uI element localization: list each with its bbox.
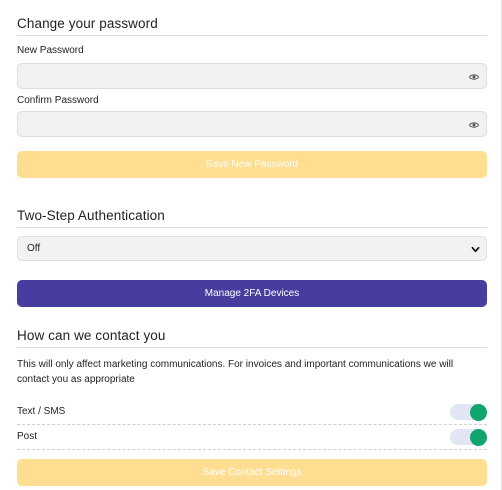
two-step-select-value: Off	[27, 243, 41, 254]
save-new-password-button[interactable]: Save New Password	[17, 151, 487, 178]
contact-option-row: Text / SMS	[17, 401, 487, 425]
save-contact-settings-button[interactable]: Save Contact Settings	[17, 459, 487, 486]
manage-2fa-devices-button[interactable]: Manage 2FA Devices	[17, 280, 487, 307]
text-sms-toggle[interactable]	[450, 403, 487, 421]
toggle-knob	[470, 428, 487, 446]
eye-icon[interactable]	[469, 120, 479, 130]
two-step-select[interactable]: Off	[17, 236, 487, 261]
divider	[17, 347, 487, 348]
password-section-title: Change your password	[17, 16, 158, 31]
divider	[17, 35, 487, 36]
contact-option-row: Post	[17, 426, 487, 450]
confirm-password-field	[17, 111, 487, 137]
new-password-input[interactable]	[18, 64, 486, 88]
toggle-knob	[470, 403, 487, 421]
confirm-password-input[interactable]	[18, 112, 486, 136]
new-password-field	[17, 63, 487, 89]
two-step-section-title: Two-Step Authentication	[17, 208, 165, 223]
contact-section-title: How can we contact you	[17, 328, 166, 343]
text-sms-label: Text / SMS	[17, 406, 66, 417]
divider	[17, 227, 487, 228]
eye-icon[interactable]	[469, 72, 479, 82]
settings-panel: Change your password New Password Confir…	[0, 0, 502, 490]
contact-description: This will only affect marketing communic…	[17, 359, 454, 385]
new-password-label: New Password	[17, 45, 84, 56]
post-label: Post	[17, 431, 38, 442]
post-toggle[interactable]	[450, 428, 487, 446]
chevron-down-icon	[471, 246, 480, 253]
confirm-password-label: Confirm Password	[17, 95, 99, 106]
